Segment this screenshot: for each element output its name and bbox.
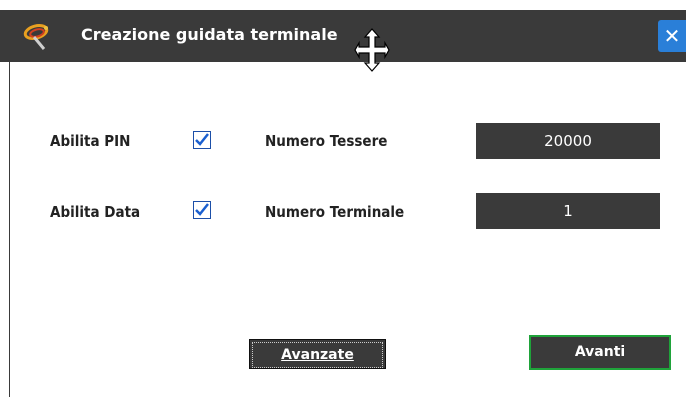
enable-pin-label: Abilita PIN [50, 132, 131, 150]
close-button[interactable]: ✕ [658, 20, 686, 52]
window-title: Creazione guidata terminale [81, 25, 338, 44]
enable-pin-checkbox[interactable] [193, 131, 211, 149]
window-left-border [9, 62, 10, 397]
enable-date-checkbox[interactable] [193, 201, 211, 219]
wizard-logo-icon [23, 24, 49, 50]
terminal-number-input[interactable] [476, 193, 660, 229]
enable-date-label: Abilita Data [50, 203, 141, 221]
wizard-window: Creazione guidata terminale ✕ Abilita PI… [0, 0, 686, 397]
card-count-input[interactable] [476, 123, 660, 159]
card-count-label: Numero Tessere [265, 132, 388, 150]
next-button[interactable]: Avanti [529, 335, 671, 370]
advanced-button[interactable]: Avanzate [249, 339, 386, 369]
title-bar[interactable]: Creazione guidata terminale ✕ [0, 10, 686, 62]
terminal-number-label: Numero Terminale [265, 203, 405, 221]
close-icon: ✕ [663, 24, 681, 48]
advanced-button-label: Avanzate [252, 342, 383, 368]
